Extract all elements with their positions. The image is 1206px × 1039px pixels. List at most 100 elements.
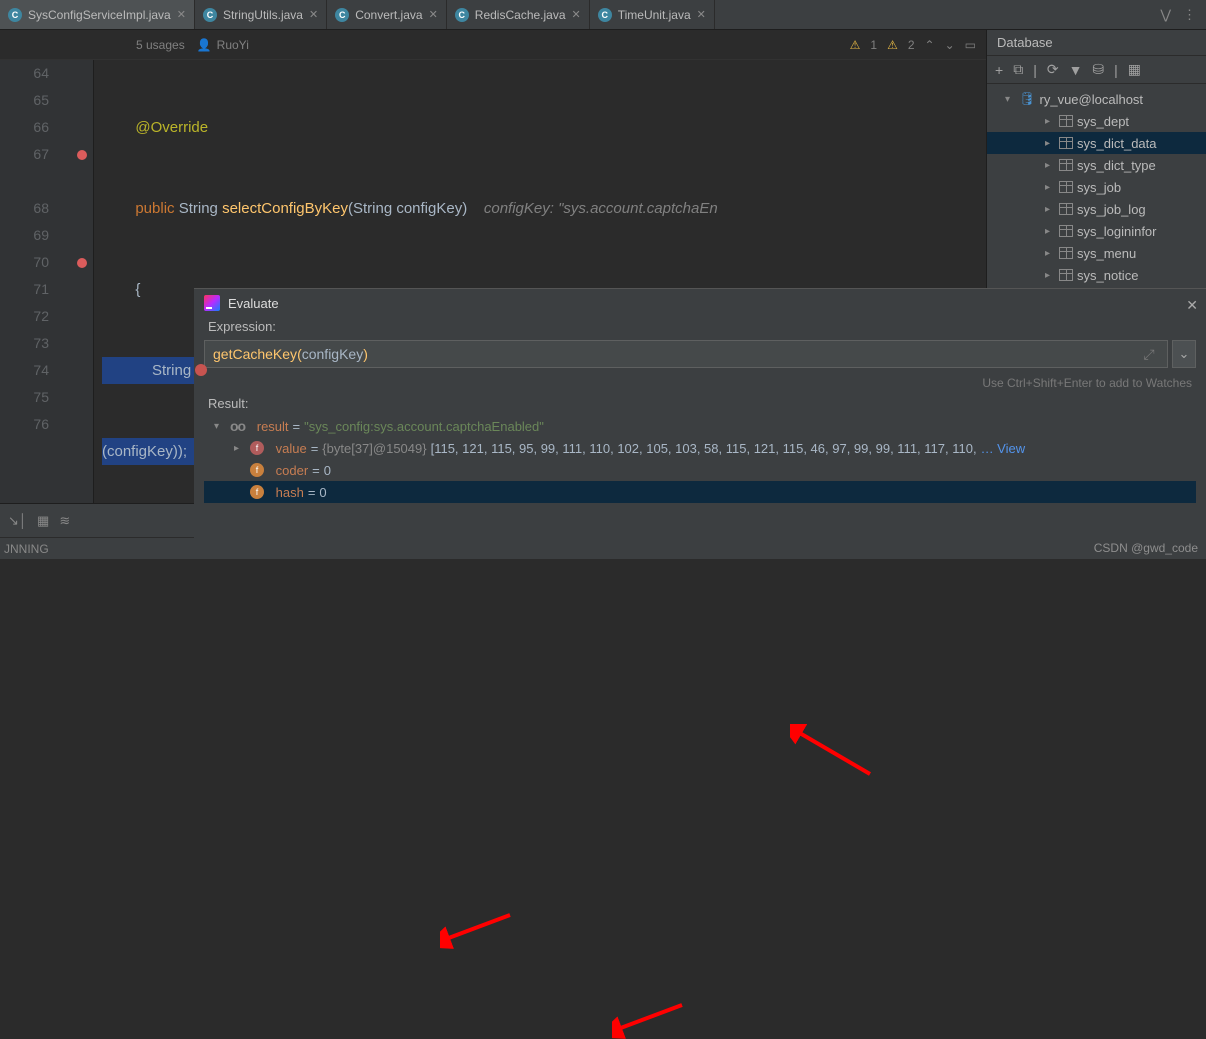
warning-count: 2 xyxy=(908,38,915,52)
table-icon xyxy=(1059,247,1073,259)
table-icon xyxy=(1059,181,1073,193)
usages-label[interactable]: 5 usages xyxy=(136,38,185,52)
chevron-right-icon: ▸ xyxy=(1045,182,1055,193)
db-table[interactable]: ▸sys_notice xyxy=(987,264,1206,286)
tab-label: Convert.java xyxy=(355,8,422,22)
watermark: CSDN @gwd_code xyxy=(1094,541,1198,555)
db-table[interactable]: ▸sys_dept xyxy=(987,110,1206,132)
tab-more-icon[interactable]: ⋮ xyxy=(1183,7,1196,23)
result-label: Result: xyxy=(194,394,1206,413)
db-table[interactable]: ▸sys_job xyxy=(987,176,1206,198)
java-icon: C xyxy=(598,8,612,22)
database-title: Database xyxy=(987,30,1206,56)
chevron-down-icon: ▾ xyxy=(214,421,226,432)
breakpoint: 70 xyxy=(0,249,93,276)
nav-up-icon[interactable]: ⌃ xyxy=(925,38,935,52)
field-icon: f xyxy=(250,463,264,477)
table-icon xyxy=(1059,225,1073,237)
chevron-down-icon: ▾ xyxy=(1005,94,1015,105)
line-gutter[interactable]: 64 65 66 67 68 69 70 71 72 73 74 75 76 xyxy=(0,60,94,503)
table-icon xyxy=(1059,137,1073,149)
db-table[interactable]: ▸sys_menu xyxy=(987,242,1206,264)
warning-count: 1 xyxy=(870,38,877,52)
close-icon[interactable]: ✕ xyxy=(1186,297,1198,314)
result-row[interactable]: ▾oo result = "sys_config:sys.account.cap… xyxy=(204,415,1196,437)
chevron-right-icon: ▸ xyxy=(1045,204,1055,215)
tab-label: SysConfigServiceImpl.java xyxy=(28,8,171,22)
settings-icon[interactable]: ≋ xyxy=(59,513,70,529)
close-icon[interactable]: ✕ xyxy=(697,8,706,21)
add-icon[interactable]: + xyxy=(995,62,1003,78)
close-icon[interactable]: ✕ xyxy=(572,8,581,21)
nav-down-icon[interactable]: ⌄ xyxy=(945,38,955,52)
sep: | xyxy=(1033,62,1037,78)
db-table[interactable]: ▸sys_logininfor xyxy=(987,220,1206,242)
db-node-root[interactable]: ▾🛢ry_vue@localhost xyxy=(987,88,1206,110)
close-icon[interactable]: ✕ xyxy=(177,8,186,21)
db-table[interactable]: ▸sys_job_log xyxy=(987,198,1206,220)
expression-label: Expression: xyxy=(194,317,1206,336)
database-toolbar: + ⧉ | ⟳ ▼ ⛁ | ▦ xyxy=(987,56,1206,84)
database-icon: 🛢 xyxy=(1019,91,1036,107)
db-table[interactable]: ▸sys_dict_data xyxy=(987,132,1206,154)
tab-label: TimeUnit.java xyxy=(618,8,691,22)
author-label[interactable]: 👤RuoYi xyxy=(197,38,249,52)
step-icon[interactable]: ↘│ xyxy=(8,513,27,529)
intellij-icon xyxy=(204,295,220,311)
tab-file-2[interactable]: C Convert.java ✕ xyxy=(327,0,447,29)
java-icon: C xyxy=(455,8,469,22)
result-row[interactable]: f coder = 0 xyxy=(204,459,1196,481)
editor-tabs: C SysConfigServiceImpl.java ✕ C StringUtils… xyxy=(0,0,1206,30)
sql-icon[interactable]: ⛁ xyxy=(1092,61,1104,78)
field-icon: f xyxy=(250,485,264,499)
java-icon: C xyxy=(203,8,217,22)
java-icon: C xyxy=(335,8,349,22)
evaluate-hint: Use Ctrl+Shift+Enter to add to Watches xyxy=(194,372,1206,394)
view-link[interactable]: … View xyxy=(981,441,1026,456)
table-icon xyxy=(1059,203,1073,215)
chevron-right-icon: ▸ xyxy=(1045,160,1055,171)
chevron-right-icon: ▸ xyxy=(234,443,246,454)
table-icon[interactable]: ▦ xyxy=(37,513,49,529)
tab-file-1[interactable]: C StringUtils.java ✕ xyxy=(195,0,327,29)
editor-meta-bar: 5 usages 👤RuoYi ⚠ 1 ⚠ 2 ⌃ ⌄ ▭ xyxy=(0,30,986,60)
chevron-right-icon: ▸ xyxy=(1045,226,1055,237)
copy-icon[interactable]: ⧉ xyxy=(1013,61,1023,78)
history-dropdown[interactable]: ⌄ xyxy=(1172,340,1196,368)
result-row[interactable]: ▸f value = {byte[37]@15049} [115, 121, 1… xyxy=(204,437,1196,459)
grid-icon[interactable]: ▦ xyxy=(1128,61,1141,78)
tab-file-0[interactable]: C SysConfigServiceImpl.java ✕ xyxy=(0,0,195,29)
warning-icon[interactable]: ⚠ xyxy=(887,38,898,52)
result-icon: oo xyxy=(230,418,245,434)
more-icon[interactable]: ▭ xyxy=(965,38,976,52)
chevron-right-icon: ▸ xyxy=(1045,248,1055,259)
error-icon xyxy=(195,364,207,376)
chevron-right-icon: ▸ xyxy=(1045,116,1055,127)
tab-label: StringUtils.java xyxy=(223,8,303,22)
field-icon: f xyxy=(250,441,264,455)
result-row[interactable]: f hash = 0 xyxy=(204,481,1196,503)
tab-file-3[interactable]: C RedisCache.java ✕ xyxy=(447,0,590,29)
person-icon: 👤 xyxy=(197,38,212,52)
warning-icon[interactable]: ⚠ xyxy=(850,38,861,52)
evaluate-title: Evaluate xyxy=(228,296,279,311)
filter-icon[interactable]: ▼ xyxy=(1069,62,1083,78)
chevron-right-icon: ▸ xyxy=(1045,138,1055,149)
chevron-right-icon: ▸ xyxy=(1045,270,1055,281)
refresh-icon[interactable]: ⟳ xyxy=(1047,61,1059,78)
java-icon: C xyxy=(8,8,22,22)
db-table[interactable]: ▸sys_dict_type xyxy=(987,154,1206,176)
table-icon xyxy=(1059,159,1073,171)
close-icon[interactable]: ✕ xyxy=(309,8,318,21)
evaluate-popup: ✕ Evaluate Expression: getCacheKey(confi… xyxy=(194,288,1206,559)
expression-input[interactable]: getCacheKey(configKey) ⤢ xyxy=(204,340,1168,368)
tab-dropdown-icon[interactable]: ⋁ xyxy=(1160,7,1171,23)
tab-label: RedisCache.java xyxy=(475,8,566,22)
table-icon xyxy=(1059,115,1073,127)
tab-file-4[interactable]: C TimeUnit.java ✕ xyxy=(590,0,715,29)
close-icon[interactable]: ✕ xyxy=(429,8,438,21)
result-tree[interactable]: ▾oo result = "sys_config:sys.account.cap… xyxy=(194,413,1206,559)
expand-icon[interactable]: ⤢ xyxy=(1139,346,1159,363)
breakpoint: 67 xyxy=(0,141,93,168)
table-icon xyxy=(1059,269,1073,281)
